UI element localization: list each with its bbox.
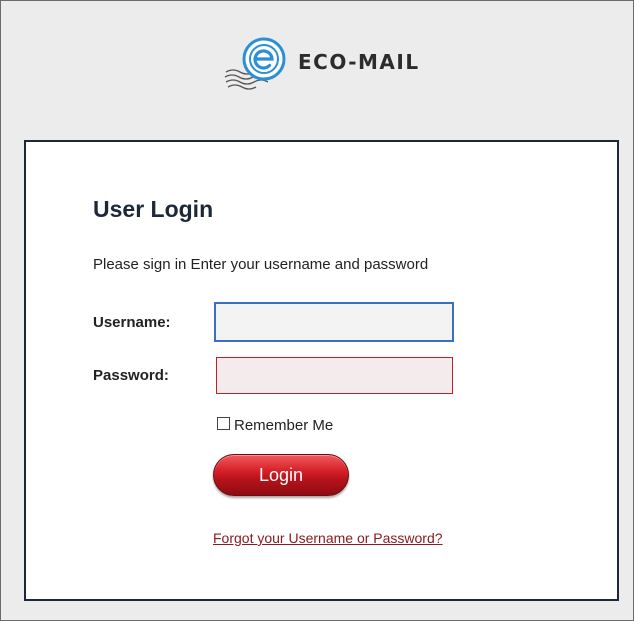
login-button[interactable]: Login xyxy=(213,454,349,496)
page-title: User Login xyxy=(93,196,214,222)
remember-me-label[interactable]: Remember Me xyxy=(234,416,333,432)
brand-header: ECO-MAIL xyxy=(224,36,420,92)
username-input[interactable] xyxy=(214,302,454,342)
username-label: Username: xyxy=(93,314,171,331)
password-input[interactable] xyxy=(216,357,453,394)
password-label: Password: xyxy=(93,367,169,384)
login-instructions: Please sign in Enter your username and p… xyxy=(93,256,429,273)
remember-me-checkbox[interactable] xyxy=(217,416,230,430)
remember-me-row[interactable]: Remember Me xyxy=(217,412,333,432)
eco-mail-logo-icon xyxy=(224,37,286,90)
forgot-credentials-link[interactable]: Forgot your Username or Password? xyxy=(213,530,443,546)
login-card: User Login Please sign in Enter your use… xyxy=(24,140,619,601)
brand-name: ECO-MAIL xyxy=(298,50,420,74)
